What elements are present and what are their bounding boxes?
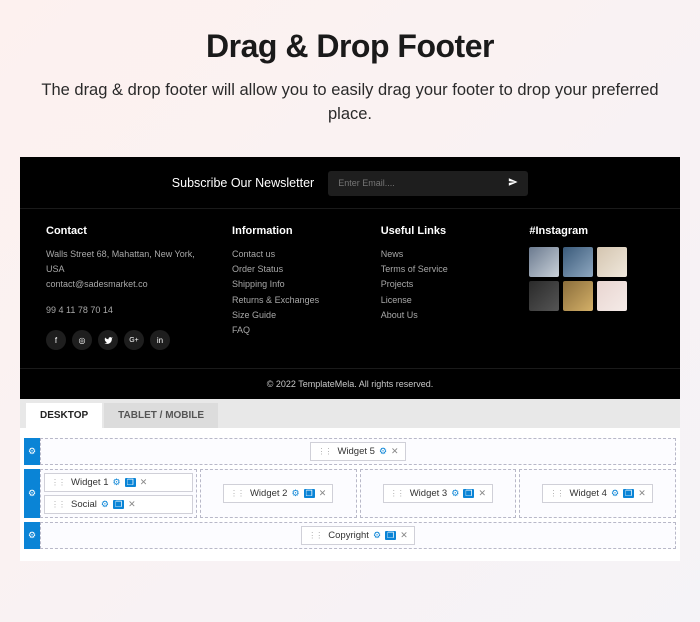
duplicate-icon[interactable]: ❐ (113, 500, 124, 509)
useful-link[interactable]: News (381, 247, 506, 262)
gear-icon[interactable]: ⚙ (379, 446, 387, 457)
footer-col-instagram: #Instagram (529, 225, 654, 350)
information-heading: Information (232, 225, 357, 237)
widget-label: Widget 3 (410, 488, 448, 499)
info-link[interactable]: Size Guide (232, 308, 357, 323)
useful-link[interactable]: Terms of Service (381, 262, 506, 277)
drag-icon[interactable]: ⋮⋮ (390, 489, 404, 498)
builder-cell[interactable]: ⋮⋮ Widget 1 ⚙ ❐ ✕ ⋮⋮ Social ⚙ ❐ ✕ (40, 469, 197, 518)
info-link[interactable]: FAQ (232, 323, 357, 338)
linkedin-icon[interactable]: in (150, 330, 170, 350)
instagram-thumb[interactable] (597, 247, 627, 277)
drag-icon[interactable]: ⋮⋮ (308, 531, 322, 540)
instagram-thumb[interactable] (563, 247, 593, 277)
contact-email: contact@sadesmarket.co (46, 277, 208, 292)
gear-icon[interactable]: ⚙ (101, 499, 109, 510)
widget-label: Widget 1 (71, 477, 109, 488)
useful-link[interactable]: Projects (381, 277, 506, 292)
send-icon[interactable] (508, 177, 518, 190)
instagram-thumb[interactable] (563, 281, 593, 311)
builder-cell[interactable]: ⋮⋮ Widget 3 ⚙ ❐ ✕ (360, 469, 517, 518)
drag-icon[interactable]: ⋮⋮ (51, 478, 65, 487)
widget-label: Widget 4 (569, 488, 607, 499)
twitter-icon[interactable] (98, 330, 118, 350)
widget-label: Copyright (328, 530, 369, 541)
row-handle[interactable]: ⚙ (24, 438, 40, 465)
gear-icon[interactable]: ⚙ (291, 488, 299, 499)
instagram-thumb[interactable] (529, 247, 559, 277)
gear-icon[interactable]: ⚙ (113, 477, 121, 488)
row-handle[interactable]: ⚙ (24, 469, 40, 518)
footer-col-useful: Useful Links News Terms of Service Proje… (381, 225, 506, 350)
page-title: Drag & Drop Footer (40, 28, 660, 65)
widget-label: Widget 5 (337, 446, 375, 457)
row-handle[interactable]: ⚙ (24, 522, 40, 549)
instagram-thumb[interactable] (597, 281, 627, 311)
widget-block[interactable]: ⋮⋮ Widget 5 ⚙ ✕ (310, 442, 405, 461)
widget-block[interactable]: ⋮⋮ Widget 4 ⚙ ❐ ✕ (542, 484, 652, 503)
drag-icon[interactable]: ⋮⋮ (230, 489, 244, 498)
info-link[interactable]: Shipping Info (232, 277, 357, 292)
instagram-icon[interactable]: ◎ (72, 330, 92, 350)
newsletter-label: Subscribe Our Newsletter (172, 176, 314, 190)
widget-block[interactable]: ⋮⋮ Social ⚙ ❐ ✕ (44, 495, 193, 514)
tab-desktop[interactable]: DESKTOP (26, 403, 102, 428)
widget-label: Widget 2 (250, 488, 288, 499)
newsletter-email-input[interactable] (338, 178, 478, 188)
gear-icon[interactable]: ⚙ (611, 488, 619, 499)
footer-copyright: © 2022 TemplateMela. All rights reserved… (20, 368, 680, 399)
newsletter-bar: Subscribe Our Newsletter (20, 157, 680, 209)
tab-tablet-mobile[interactable]: TABLET / MOBILE (104, 403, 218, 428)
builder-cell[interactable]: ⋮⋮ Copyright ⚙ ❐ ✕ (40, 522, 676, 549)
facebook-icon[interactable]: f (46, 330, 66, 350)
instagram-heading: #Instagram (529, 225, 654, 237)
gear-icon[interactable]: ⚙ (451, 488, 459, 499)
drag-icon[interactable]: ⋮⋮ (51, 500, 65, 509)
page-subtitle: The drag & drop footer will allow you to… (40, 79, 660, 127)
footer-col-contact: Contact Walls Street 68, Mahattan, New Y… (46, 225, 208, 350)
close-icon[interactable]: ✕ (400, 530, 408, 541)
drag-icon[interactable]: ⋮⋮ (549, 489, 563, 498)
widget-label: Social (71, 499, 97, 510)
drag-icon[interactable]: ⋮⋮ (317, 447, 331, 456)
close-icon[interactable]: ✕ (638, 488, 646, 499)
info-link[interactable]: Returns & Exchanges (232, 293, 357, 308)
builder-cell[interactable]: ⋮⋮ Widget 4 ⚙ ❐ ✕ (519, 469, 676, 518)
googleplus-icon[interactable]: G+ (124, 330, 144, 350)
close-icon[interactable]: ✕ (391, 446, 399, 457)
gear-icon[interactable]: ⚙ (373, 530, 381, 541)
contact-phone: 99 4 11 78 70 14 (46, 303, 208, 318)
instagram-thumb[interactable] (529, 281, 559, 311)
duplicate-icon[interactable]: ❐ (125, 478, 136, 487)
close-icon[interactable]: ✕ (319, 488, 327, 499)
footer-preview: Subscribe Our Newsletter Contact Walls S… (20, 157, 680, 399)
info-link[interactable]: Contact us (232, 247, 357, 262)
duplicate-icon[interactable]: ❐ (463, 489, 474, 498)
duplicate-icon[interactable]: ❐ (385, 531, 396, 540)
duplicate-icon[interactable]: ❐ (304, 489, 315, 498)
close-icon[interactable]: ✕ (140, 477, 148, 488)
useful-link[interactable]: License (381, 293, 506, 308)
close-icon[interactable]: ✕ (478, 488, 486, 499)
footer-builder: DESKTOP TABLET / MOBILE ⚙ ⋮⋮ Widget 5 ⚙ … (20, 399, 680, 561)
footer-col-information: Information Contact us Order Status Ship… (232, 225, 357, 350)
widget-block[interactable]: ⋮⋮ Widget 3 ⚙ ❐ ✕ (383, 484, 493, 503)
info-link[interactable]: Order Status (232, 262, 357, 277)
duplicate-icon[interactable]: ❐ (623, 489, 634, 498)
useful-link[interactable]: About Us (381, 308, 506, 323)
contact-heading: Contact (46, 225, 208, 237)
widget-block[interactable]: ⋮⋮ Widget 2 ⚙ ❐ ✕ (223, 484, 333, 503)
builder-cell[interactable]: ⋮⋮ Widget 5 ⚙ ✕ (40, 438, 676, 465)
close-icon[interactable]: ✕ (128, 499, 136, 510)
contact-address: Walls Street 68, Mahattan, New York, USA (46, 247, 208, 278)
widget-block[interactable]: ⋮⋮ Widget 1 ⚙ ❐ ✕ (44, 473, 193, 492)
useful-heading: Useful Links (381, 225, 506, 237)
builder-cell[interactable]: ⋮⋮ Widget 2 ⚙ ❐ ✕ (200, 469, 357, 518)
widget-block[interactable]: ⋮⋮ Copyright ⚙ ❐ ✕ (301, 526, 414, 545)
newsletter-form (328, 171, 528, 196)
